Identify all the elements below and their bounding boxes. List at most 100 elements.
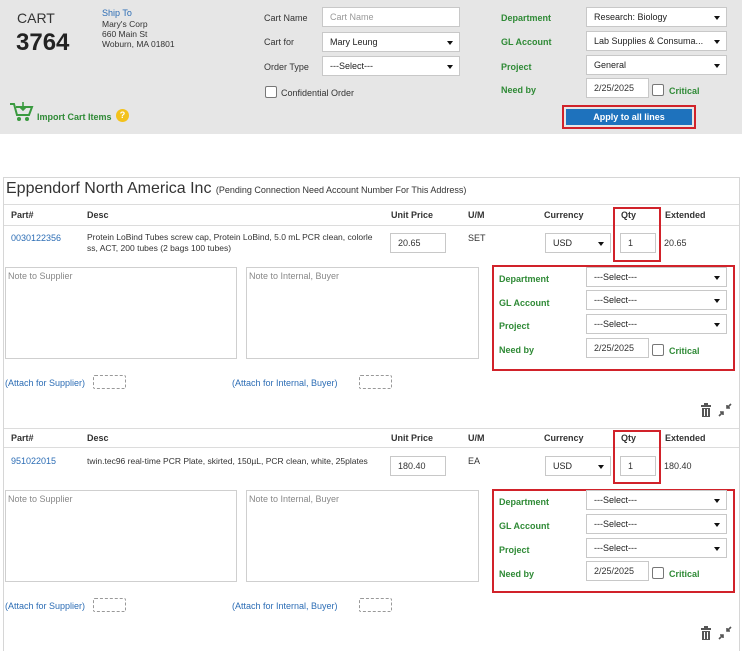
line-need-by-label: Need by xyxy=(499,345,535,355)
attach-for-internal-link[interactable]: (Attach for Internal, Buyer) xyxy=(232,601,338,611)
unit-price-input[interactable]: 20.65 xyxy=(390,233,446,253)
internal-attachment-dropzone[interactable] xyxy=(359,375,392,389)
apply-to-all-lines-button[interactable]: Apply to all lines xyxy=(562,105,696,129)
department-select[interactable]: Research: Biology xyxy=(586,7,727,27)
line-gl-account-select[interactable]: ---Select--- xyxy=(586,290,727,310)
line-critical-checkbox[interactable] xyxy=(652,344,664,356)
note-to-supplier-field[interactable]: Note to Supplier xyxy=(5,490,237,582)
line-department-value: ---Select--- xyxy=(594,272,637,282)
gl-account-label: GL Account xyxy=(501,37,552,47)
ship-to-line: 660 Main St xyxy=(102,29,148,39)
import-cart-items-link[interactable]: Import Cart Items xyxy=(37,112,112,122)
qty-input[interactable]: 1 xyxy=(620,233,656,253)
chevron-down-icon xyxy=(447,65,453,69)
cart-for-select[interactable]: Mary Leung xyxy=(322,32,460,52)
chevron-down-icon xyxy=(714,323,720,327)
collapse-icon[interactable] xyxy=(718,626,732,643)
attach-for-supplier-link[interactable]: (Attach for Supplier) xyxy=(5,378,85,388)
chevron-down-icon xyxy=(714,40,720,44)
trash-icon[interactable] xyxy=(700,403,712,420)
trash-icon[interactable] xyxy=(700,626,712,643)
item-description: twin.tec96 real-time PCR Plate, skirted,… xyxy=(87,456,387,467)
line-department-select[interactable]: ---Select--- xyxy=(586,267,727,287)
ship-to-line: Mary's Corp xyxy=(102,19,148,29)
supplier-name-line: Eppendorf North America Inc (Pending Con… xyxy=(6,180,466,198)
qty-input[interactable]: 1 xyxy=(620,456,656,476)
col-part: Part# xyxy=(11,433,34,443)
line-project-value: ---Select--- xyxy=(594,543,637,553)
chevron-down-icon xyxy=(447,41,453,45)
chevron-down-icon xyxy=(714,299,720,303)
item-description: Protein LoBind Tubes screw cap, Protein … xyxy=(87,232,387,254)
cart-number: 3764 xyxy=(16,29,70,56)
order-type-select[interactable]: ---Select--- xyxy=(322,56,460,76)
attach-for-internal-link[interactable]: (Attach for Internal, Buyer) xyxy=(232,378,338,388)
line-department-label: Department xyxy=(499,274,550,284)
col-extended: Extended xyxy=(665,210,706,220)
cart-name-input[interactable]: Cart Name xyxy=(322,7,460,27)
critical-label: Critical xyxy=(669,86,700,96)
gl-account-value: Lab Supplies & Consuma... xyxy=(594,36,704,46)
internal-attachment-dropzone[interactable] xyxy=(359,598,392,612)
line-need-by-label: Need by xyxy=(499,569,535,579)
note-to-internal-field[interactable]: Note to Internal, Buyer xyxy=(246,490,479,582)
need-by-input[interactable]: 2/25/2025 xyxy=(586,78,649,98)
cart-for-value: Mary Leung xyxy=(330,37,378,47)
ship-to-link[interactable]: Ship To xyxy=(102,8,132,18)
unit-of-measure: SET xyxy=(468,233,486,243)
note-to-supplier-field[interactable]: Note to Supplier xyxy=(5,267,237,359)
chevron-down-icon xyxy=(714,276,720,280)
line-gl-account-value: ---Select--- xyxy=(594,519,637,529)
col-desc: Desc xyxy=(87,433,109,443)
part-number-link[interactable]: 0030122356 xyxy=(11,233,61,243)
line-critical-label: Critical xyxy=(669,569,700,579)
chevron-down-icon xyxy=(714,547,720,551)
attach-for-supplier-link[interactable]: (Attach for Supplier) xyxy=(5,601,85,611)
note-to-internal-field[interactable]: Note to Internal, Buyer xyxy=(246,267,479,359)
line-gl-account-label: GL Account xyxy=(499,521,550,531)
line-department-label: Department xyxy=(499,497,550,507)
department-value: Research: Biology xyxy=(594,12,668,22)
currency-value: USD xyxy=(553,461,573,471)
supplier-note: (Pending Connection Need Account Number … xyxy=(215,185,467,195)
col-um: U/M xyxy=(468,210,485,220)
supplier-attachment-dropzone[interactable] xyxy=(93,598,126,612)
order-type-label: Order Type xyxy=(264,62,309,72)
line-gl-account-select[interactable]: ---Select--- xyxy=(586,514,727,534)
line-project-select[interactable]: ---Select--- xyxy=(586,538,727,558)
line-critical-checkbox[interactable] xyxy=(652,567,664,579)
desc-line: twin.tec96 real-time PCR Plate, skirted,… xyxy=(87,456,368,466)
col-unit-price: Unit Price xyxy=(391,210,434,220)
desc-line: Protein LoBind Tubes screw cap, Protein … xyxy=(87,232,373,242)
currency-select[interactable]: USD xyxy=(545,233,611,253)
col-unit-price: Unit Price xyxy=(391,433,434,443)
line-need-by-input[interactable]: 2/25/2025 xyxy=(586,561,649,581)
row-divider xyxy=(4,428,739,429)
line-department-select[interactable]: ---Select--- xyxy=(586,490,727,510)
line-gl-account-value: ---Select--- xyxy=(594,295,637,305)
line-critical-label: Critical xyxy=(669,346,700,356)
cart-label: CART xyxy=(17,10,55,26)
unit-of-measure: EA xyxy=(468,456,481,466)
unit-price-input[interactable]: 180.40 xyxy=(390,456,446,476)
help-icon[interactable]: ? xyxy=(116,109,129,122)
line-gl-account-label: GL Account xyxy=(499,298,550,308)
row-divider xyxy=(4,204,739,205)
cart-for-label: Cart for xyxy=(264,37,295,47)
department-label: Department xyxy=(501,13,552,23)
critical-checkbox[interactable] xyxy=(652,84,664,96)
confidential-checkbox[interactable] xyxy=(265,86,277,98)
gl-account-select[interactable]: Lab Supplies & Consuma... xyxy=(586,31,727,51)
ship-to-line: Woburn, MA 01801 xyxy=(102,39,175,49)
col-desc: Desc xyxy=(87,210,109,220)
cart-icon[interactable] xyxy=(8,101,34,123)
part-number-link[interactable]: 951022015 xyxy=(11,456,56,466)
col-part: Part# xyxy=(11,210,34,220)
supplier-attachment-dropzone[interactable] xyxy=(93,375,126,389)
collapse-icon[interactable] xyxy=(718,403,732,420)
cart-name-label: Cart Name xyxy=(264,13,308,23)
line-project-select[interactable]: ---Select--- xyxy=(586,314,727,334)
currency-select[interactable]: USD xyxy=(545,456,611,476)
line-need-by-input[interactable]: 2/25/2025 xyxy=(586,338,649,358)
project-select[interactable]: General xyxy=(586,55,727,75)
